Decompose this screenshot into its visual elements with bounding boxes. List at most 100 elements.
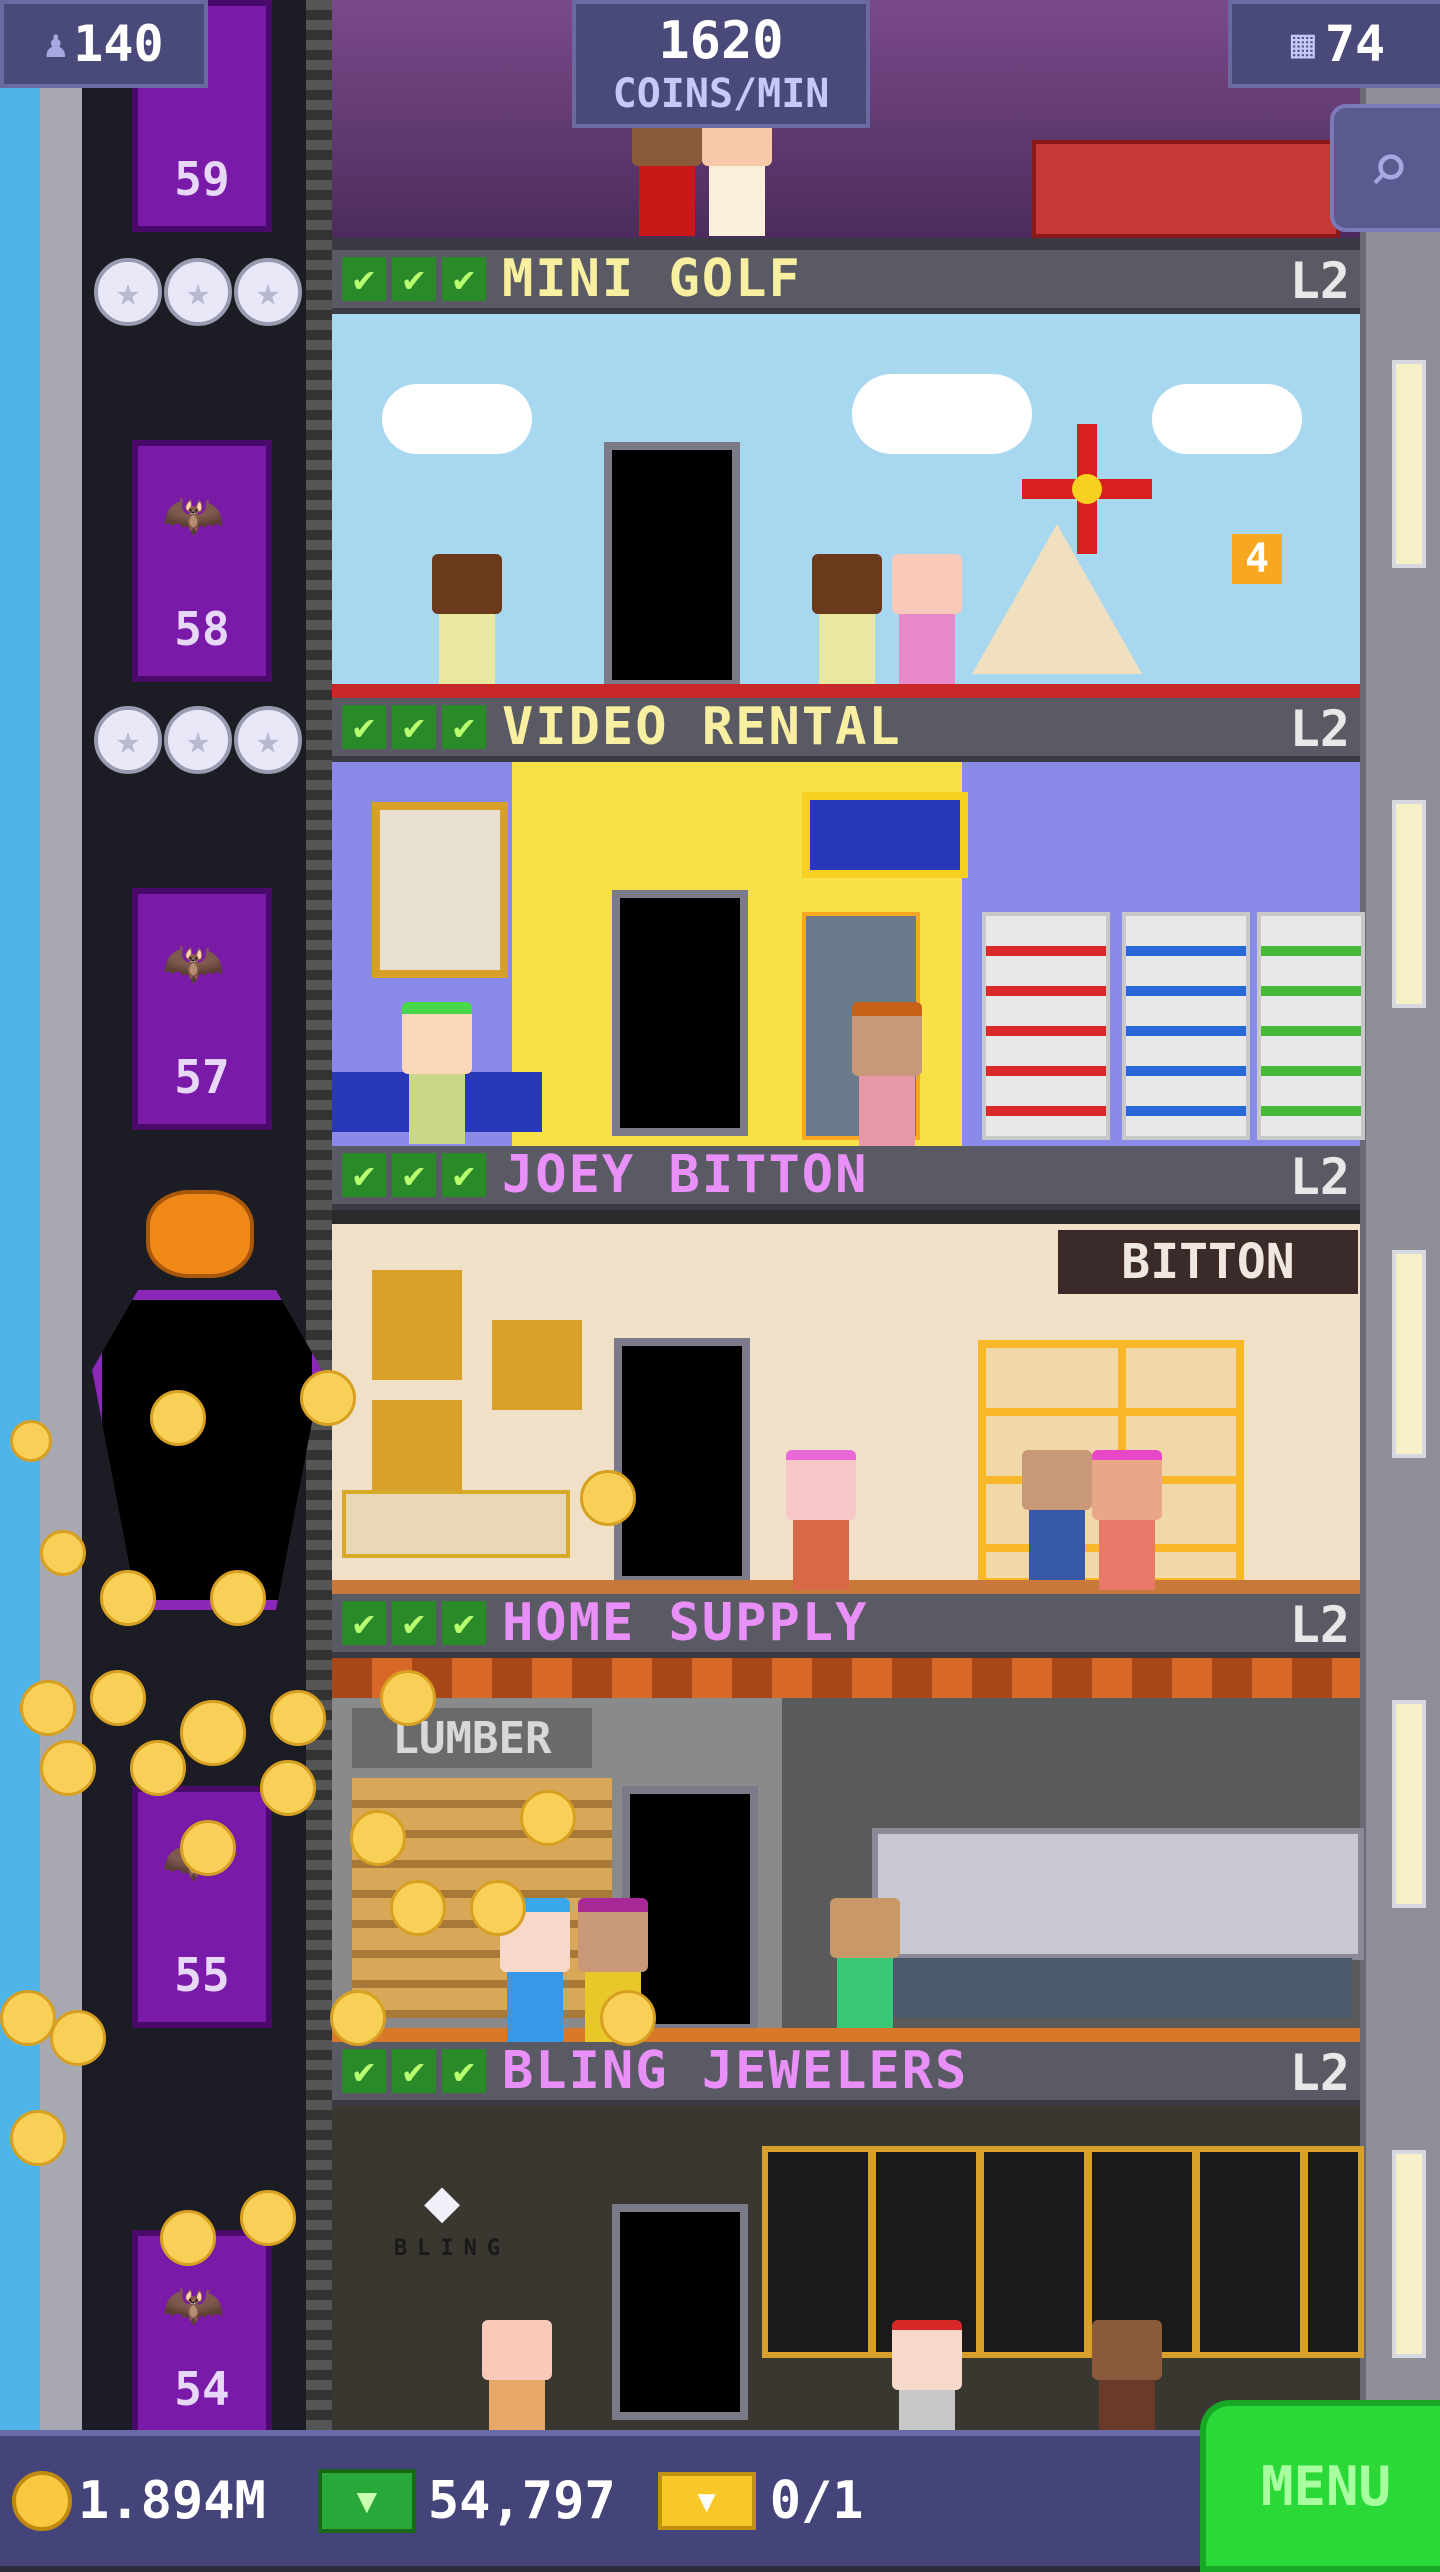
coin-particle	[0, 1990, 56, 2046]
floor-door	[614, 1338, 750, 1584]
floor-header: ✔ ✔ ✔ JOEY BITTON L2	[332, 1145, 1360, 1210]
coin-icon	[12, 2471, 72, 2531]
elevator-floor-number: 59	[174, 152, 230, 206]
star-icon: ★	[234, 706, 302, 774]
floor-door	[612, 890, 748, 1136]
floor-interior: BITTON	[332, 1210, 1360, 1594]
bux-icon: ▼	[317, 2469, 416, 2533]
shopper-character[interactable]	[1092, 1450, 1162, 1590]
coin-particle	[180, 1700, 246, 1766]
video-shelf	[1122, 912, 1250, 1140]
coin-particle	[470, 1880, 526, 1936]
coin-particle	[390, 1880, 446, 1936]
golfer-character[interactable]	[432, 554, 502, 684]
floor-level: L2	[1289, 1148, 1350, 1206]
floor-header: ✔ ✔ ✔ VIDEO RENTAL L2	[332, 697, 1360, 762]
elevator-floor-number: 57	[174, 1050, 230, 1104]
coin-particle	[580, 1470, 636, 1526]
coin-particle	[20, 1680, 76, 1736]
floor-count-display[interactable]: ▦ 74	[1228, 0, 1440, 88]
check-icon: ✔	[442, 2049, 486, 2093]
search-button[interactable]: ⌕	[1330, 104, 1440, 232]
check-icon: ✔	[442, 257, 486, 301]
floor-header: ✔ ✔ ✔ BLING JEWELERS L2	[332, 2041, 1360, 2106]
check-icon: ✔	[342, 1153, 386, 1197]
floor-name: VIDEO RENTAL	[502, 697, 902, 757]
pumpkin-icon[interactable]	[146, 1190, 254, 1278]
shopper-character[interactable]	[830, 1898, 900, 2028]
elevator-car[interactable]: 🦇 58	[132, 440, 272, 682]
coins-value: 1.894M	[78, 2471, 266, 2531]
check-icon: ✔	[392, 1601, 436, 1645]
coin-particle	[330, 1990, 386, 2046]
floor-name: MINI GOLF	[502, 249, 802, 309]
floor-home-supply[interactable]: ✔ ✔ ✔ HOME SUPPLY L2 LUMBER	[332, 1593, 1364, 2042]
floor-carpet	[332, 684, 1360, 698]
bling-logo: BLING	[393, 2236, 511, 2261]
tickets-display[interactable]: ▼ 0/1	[628, 2471, 864, 2531]
cloud-decoration	[852, 374, 1032, 454]
coin-particle	[270, 1690, 326, 1746]
check-icon: ✔	[442, 1601, 486, 1645]
counter	[872, 1958, 1352, 2018]
population-value: 140	[73, 15, 164, 73]
coin-particle	[300, 1370, 356, 1426]
handbag-display	[492, 1320, 582, 1410]
floor-bling-jewelers[interactable]: ✔ ✔ ✔ BLING JEWELERS L2 ◆ BLING	[332, 2041, 1364, 2460]
coin-particle	[150, 1390, 206, 1446]
coin-particle	[380, 1670, 436, 1726]
coin-particle	[40, 1740, 96, 1796]
window	[1392, 1700, 1426, 1908]
window	[1392, 360, 1426, 568]
sky-background	[0, 0, 40, 2430]
shopper-character[interactable]	[786, 1450, 856, 1590]
check-icon: ✔	[342, 2049, 386, 2093]
floor-interior: ◆ BLING	[332, 2106, 1364, 2460]
coins-per-min-value: 1620	[658, 11, 784, 71]
elevator-floor-number: 58	[174, 602, 230, 656]
check-icon: ✔	[392, 2049, 436, 2093]
elevator-rail	[306, 0, 332, 2430]
tool-shelf	[872, 1828, 1364, 1960]
coin-particle	[100, 1570, 156, 1626]
ceiling-beams	[332, 1658, 1360, 1698]
magnifier-icon: ⌕	[1367, 127, 1411, 209]
jewelry-cabinet	[762, 2146, 1364, 2358]
windmill-decoration	[1022, 424, 1152, 554]
coin-particle	[180, 1820, 236, 1876]
window	[1392, 1250, 1426, 1458]
star-icon: ★	[94, 258, 162, 326]
population-counter[interactable]: ♟ 140	[0, 0, 208, 88]
golfer-character[interactable]	[812, 554, 882, 684]
handbag-display	[372, 1400, 462, 1490]
cloud-decoration	[1152, 384, 1302, 454]
cloud-decoration	[382, 384, 532, 454]
clerk-character[interactable]	[402, 1002, 472, 1144]
tickets-value: 0/1	[769, 2471, 864, 2531]
floor-video-rental[interactable]: ✔ ✔ ✔ VIDEO RENTAL L2	[332, 697, 1365, 1146]
menu-button[interactable]: MENU	[1200, 2400, 1440, 2572]
visitor-character[interactable]	[852, 1002, 922, 1146]
elevator-car[interactable]: 🦇 57	[132, 888, 272, 1130]
coins-per-min-display: 1620 COINS/MIN	[572, 0, 870, 128]
floor-level: L2	[1289, 1596, 1350, 1654]
bat-icon: 🦇	[162, 934, 225, 992]
coin-particle	[350, 1810, 406, 1866]
floor-joey-bitton[interactable]: ✔ ✔ ✔ JOEY BITTON L2 BITTON	[332, 1145, 1360, 1594]
floor-level: L2	[1289, 2044, 1350, 2102]
movie-poster	[372, 802, 508, 978]
coin-particle	[50, 2010, 106, 2066]
shopper-character[interactable]	[1022, 1450, 1092, 1580]
floor-interior	[332, 762, 1365, 1146]
video-shelf	[1257, 912, 1365, 1140]
building-icon: ▦	[1290, 21, 1315, 67]
check-icon: ✔	[342, 705, 386, 749]
floor-mini-golf[interactable]: ✔ ✔ ✔ MINI GOLF L2 4	[332, 249, 1360, 698]
bux-display[interactable]: ▼ 54,797	[278, 2469, 616, 2533]
bat-icon: 🦇	[162, 486, 225, 544]
coin-particle	[210, 1570, 266, 1626]
coins-display[interactable]: 1.894M	[12, 2471, 266, 2531]
visitor-character[interactable]	[892, 554, 962, 684]
floor-count-value: 74	[1324, 15, 1386, 73]
floor-name: HOME SUPPLY	[502, 1593, 869, 1653]
